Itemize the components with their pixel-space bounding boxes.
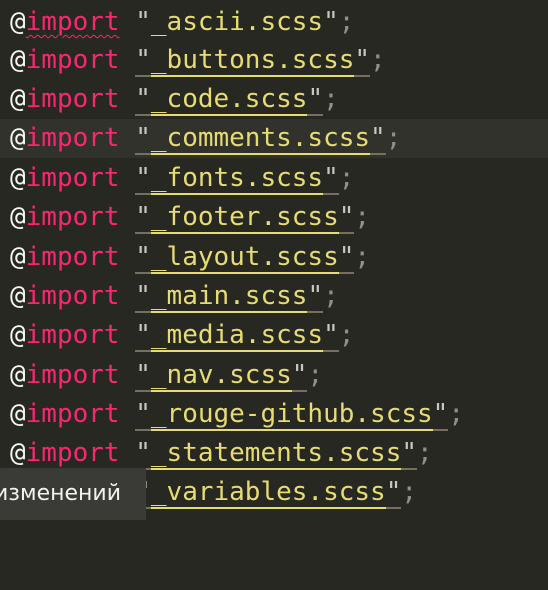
- code-line[interactable]: @import "_code.scss";: [0, 80, 548, 119]
- code-line[interactable]: @import "_buttons.scss";: [0, 41, 548, 80]
- open-quote: ": [135, 202, 151, 234]
- code-editor[interactable]: @import "_ascii.scss"; @import "_buttons…: [0, 0, 548, 520]
- file-path-link[interactable]: _statements.scss: [150, 438, 402, 470]
- at-symbol: @: [10, 360, 26, 390]
- open-quote: ": [135, 399, 151, 431]
- changes-tooltip: изменений: [0, 468, 146, 520]
- file-path-link[interactable]: _comments.scss: [150, 123, 371, 155]
- code-line[interactable]: @import "_fonts.scss";: [0, 159, 548, 198]
- at-symbol: @: [10, 438, 26, 468]
- open-quote: ": [135, 163, 151, 195]
- at-symbol: @: [10, 399, 26, 429]
- open-quote: ": [135, 242, 151, 274]
- code-line[interactable]: @import "_rouge-github.scss";: [0, 395, 548, 434]
- open-quote: ": [135, 360, 151, 392]
- semicolon: ;: [323, 84, 339, 114]
- import-keyword: import: [25, 438, 120, 468]
- code-line[interactable]: @import "_footer.scss";: [0, 198, 548, 237]
- import-keyword: import: [25, 399, 120, 429]
- semicolon: ;: [385, 123, 402, 153]
- close-quote: ": [385, 477, 402, 509]
- file-path-link[interactable]: _code.scss: [150, 84, 308, 116]
- open-quote: ": [135, 281, 151, 313]
- at-symbol: @: [10, 281, 26, 311]
- close-quote: ": [307, 281, 324, 313]
- close-quote: ": [323, 7, 339, 37]
- at-symbol: @: [10, 320, 26, 350]
- open-quote: ": [135, 123, 151, 155]
- file-path-link[interactable]: _layout.scss: [150, 242, 339, 274]
- import-keyword: import: [25, 163, 120, 193]
- open-quote: ": [135, 84, 151, 116]
- current-code-line[interactable]: @import "_comments.scss";: [0, 119, 548, 158]
- import-keyword: import: [25, 84, 120, 114]
- at-symbol: @: [10, 7, 26, 37]
- at-symbol: @: [10, 202, 26, 232]
- file-path-link[interactable]: _fonts.scss: [150, 163, 324, 195]
- file-path-link[interactable]: _nav.scss: [150, 360, 292, 392]
- close-quote: ": [291, 360, 308, 392]
- file-path-link[interactable]: _footer.scss: [150, 202, 339, 234]
- code-line[interactable]: @import "_layout.scss";: [0, 238, 548, 277]
- code-line[interactable]: @import "_nav.scss";: [0, 356, 548, 395]
- at-symbol: @: [10, 242, 26, 272]
- import-keyword: import: [25, 123, 120, 153]
- close-quote: ": [354, 45, 371, 77]
- semicolon: ;: [417, 438, 433, 468]
- close-quote: ": [432, 399, 449, 431]
- semicolon: ;: [307, 360, 324, 390]
- semicolon: ;: [323, 281, 339, 311]
- tooltip-text: изменений: [0, 481, 122, 506]
- close-quote: ": [338, 242, 355, 274]
- import-keyword: import: [25, 281, 120, 311]
- semicolon: ;: [401, 477, 418, 507]
- close-quote: ": [370, 123, 386, 155]
- code-line[interactable]: @import "_ascii.scss";: [0, 3, 548, 42]
- close-quote: ": [323, 320, 339, 352]
- import-keyword: import: [25, 202, 120, 232]
- at-symbol: @: [10, 163, 26, 193]
- code-line[interactable]: @import "_main.scss";: [0, 277, 548, 316]
- import-keyword: import: [25, 7, 120, 37]
- open-quote: ": [135, 7, 151, 37]
- file-path-link[interactable]: _rouge-github.scss: [150, 399, 433, 431]
- import-keyword: import: [25, 320, 120, 350]
- open-quote: ": [135, 320, 151, 352]
- at-symbol: @: [10, 45, 26, 75]
- close-quote: ": [338, 202, 355, 234]
- semicolon: ;: [338, 7, 355, 37]
- import-keyword: import: [25, 360, 120, 390]
- close-quote: ": [401, 438, 417, 470]
- import-keyword: import: [25, 242, 120, 272]
- close-quote: ": [323, 163, 339, 195]
- file-path-link[interactable]: _media.scss: [150, 320, 324, 352]
- semicolon: ;: [338, 320, 355, 350]
- at-symbol: @: [10, 123, 26, 153]
- semicolon: ;: [338, 163, 355, 193]
- close-quote: ": [307, 84, 324, 116]
- import-keyword: import: [25, 45, 120, 75]
- semicolon: ;: [354, 242, 371, 272]
- semicolon: ;: [370, 45, 386, 75]
- semicolon: ;: [448, 399, 464, 429]
- file-path-link[interactable]: _variables.scss: [150, 477, 386, 509]
- at-symbol: @: [10, 84, 26, 114]
- open-quote: ": [135, 45, 151, 77]
- open-quote: ": [135, 438, 151, 470]
- code-line[interactable]: @import "_media.scss";: [0, 316, 548, 355]
- file-path-link[interactable]: _ascii.scss: [151, 7, 323, 37]
- semicolon: ;: [354, 202, 371, 232]
- file-path-link[interactable]: _main.scss: [150, 281, 308, 313]
- file-path-link[interactable]: _buttons.scss: [150, 45, 355, 77]
